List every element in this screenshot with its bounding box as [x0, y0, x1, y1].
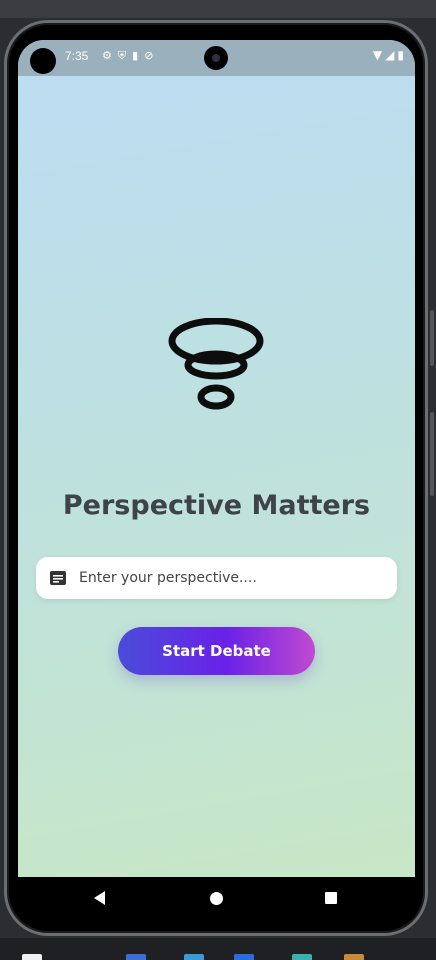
taskbar-item[interactable]: [22, 954, 42, 960]
taskbar-item[interactable]: [344, 954, 364, 960]
back-icon[interactable]: [94, 891, 105, 905]
punch-hole-left: [30, 48, 56, 74]
shield-icon: ⛨: [117, 49, 133, 62]
volume-button: [430, 310, 434, 366]
home-icon[interactable]: [210, 892, 223, 905]
taskbar-item[interactable]: [184, 954, 204, 960]
page-title: Perspective Matters: [62, 490, 371, 521]
status-right-icons: ▼◢▮: [373, 48, 407, 62]
perspective-input[interactable]: [77, 569, 381, 587]
recents-icon[interactable]: [325, 892, 337, 904]
sd-card-icon: ▮: [132, 49, 145, 62]
taskbar-item[interactable]: [126, 954, 146, 960]
host-window-topbar: [0, 0, 436, 18]
nav-bar: [18, 877, 415, 917]
wifi-icon: ▼: [372, 48, 386, 62]
status-bar: 7:35 ⚙⛨▮⊘ ▼◢▮: [18, 40, 415, 76]
taskbar-item[interactable]: [234, 954, 254, 960]
power-button: [430, 412, 434, 496]
tornado-logo-icon: [168, 318, 264, 410]
perspective-input-container[interactable]: [36, 557, 397, 599]
app-screen: 7:35 ⚙⛨▮⊘ ▼◢▮ Perspective Matters Start …: [18, 40, 415, 877]
battery-icon: ▮: [397, 48, 407, 62]
taskbar-item[interactable]: [292, 954, 312, 960]
front-camera: [204, 46, 228, 70]
signal-icon: ◢: [385, 48, 398, 62]
status-left-icons: ⚙⛨▮⊘: [102, 49, 159, 63]
host-taskbar: [0, 938, 436, 960]
subject-icon: [50, 571, 66, 585]
location-icon: ⊘: [144, 49, 160, 62]
status-time: 7:35: [65, 49, 89, 63]
start-debate-button[interactable]: Start Debate: [118, 627, 315, 675]
gear-icon: ⚙: [102, 49, 118, 62]
